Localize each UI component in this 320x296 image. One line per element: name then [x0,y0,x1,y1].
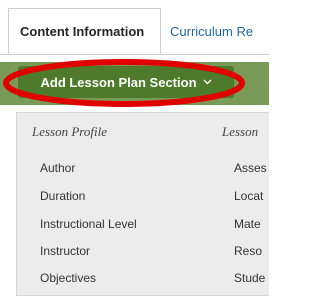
lesson-heading: Lesson [222,124,259,139]
menu-item-location[interactable]: Locat [234,189,263,203]
chevron-down-icon [203,79,212,85]
tab-content-information-label: Content Information [20,24,145,39]
add-lesson-plan-section-button[interactable]: Add Lesson Plan Section [18,66,234,98]
menu-item-instructional-level[interactable]: Instructional Level [40,217,137,231]
menu-item-resources[interactable]: Reso [234,244,262,258]
menu-item-author[interactable]: Author [40,161,75,175]
tab-curriculum[interactable]: Curriculum Re [170,8,253,54]
tab-divider [0,54,269,55]
menu-item-duration[interactable]: Duration [40,189,85,203]
menu-item-instructor[interactable]: Instructor [40,244,90,258]
menu-item-materials[interactable]: Mate [234,217,261,231]
tab-curriculum-label: Curriculum Re [170,23,254,39]
menu-item-students[interactable]: Stude [234,271,265,285]
add-lesson-plan-section-label: Add Lesson Plan Section [40,74,197,90]
menu-item-assessment[interactable]: Asses [234,161,267,175]
tab-content-information[interactable]: Content Information [8,8,161,54]
lesson-profile-heading: Lesson Profile [32,124,107,139]
menu-item-objectives[interactable]: Objectives [40,271,96,285]
